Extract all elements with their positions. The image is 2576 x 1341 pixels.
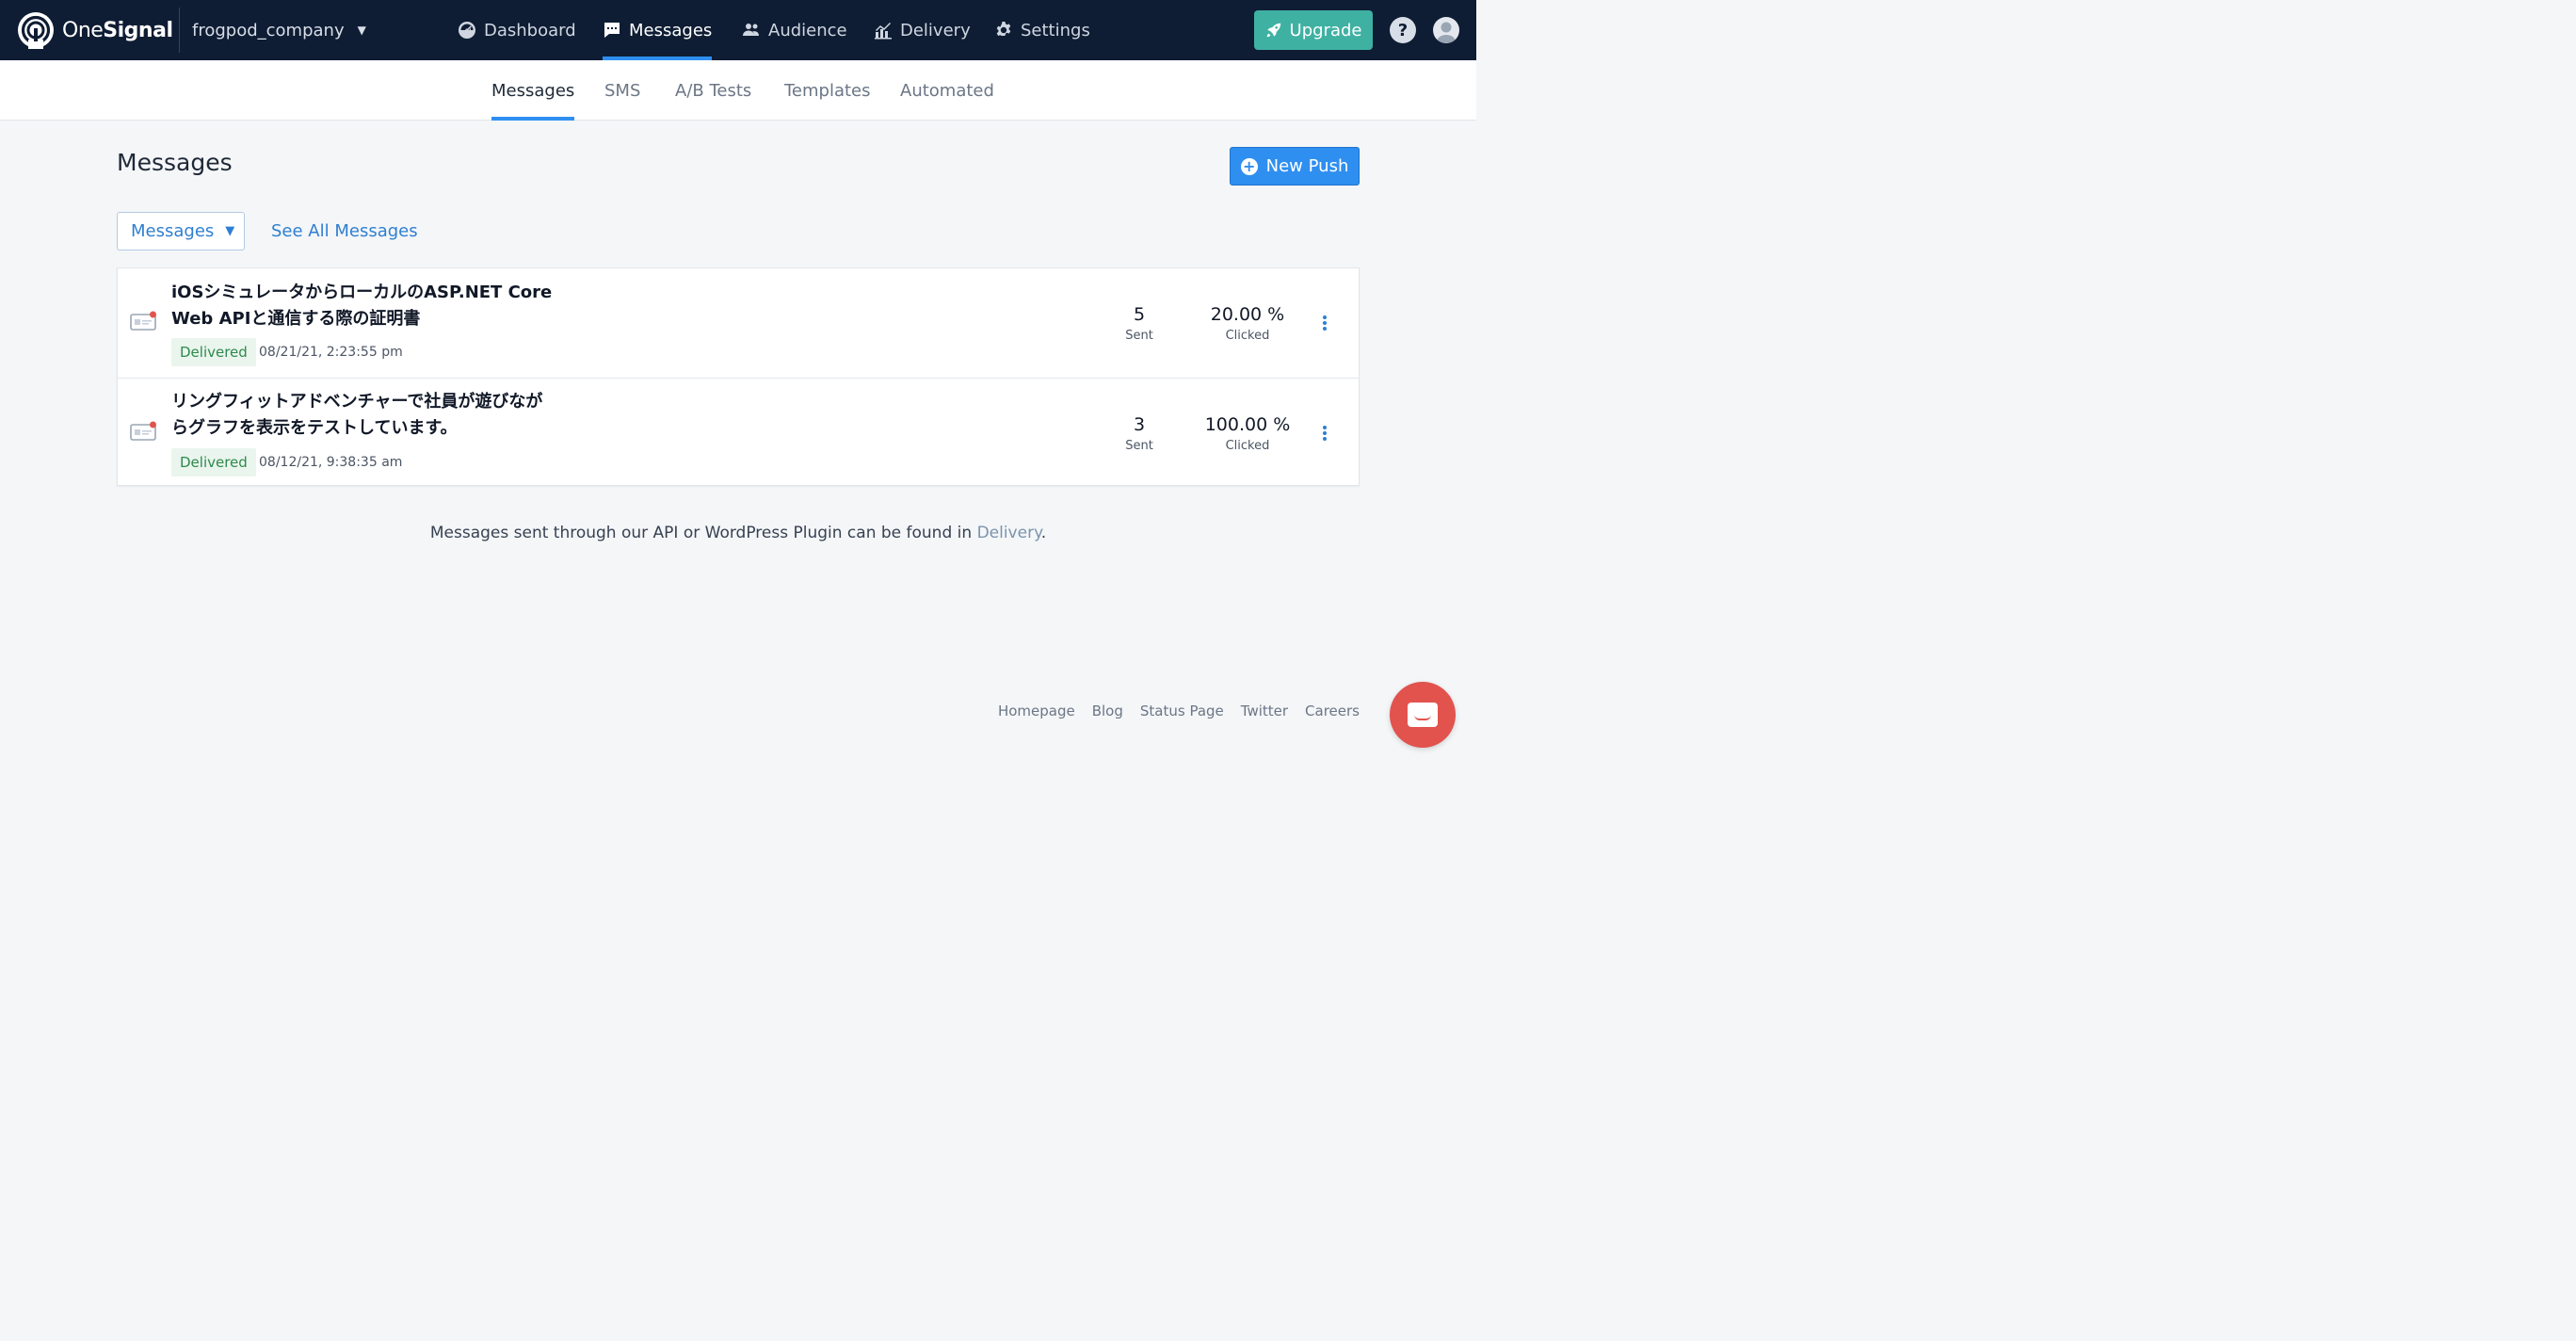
message-title-line: リングフィットアドベンチャーで社員が遊びなが [171,392,543,412]
chat-launcher-button[interactable] [1390,682,1456,748]
app-name: frogpod_company [192,20,345,40]
sent-stat: 5 Sent [1092,304,1186,343]
tab-templates[interactable]: Templates [784,60,871,121]
message-title-line: Web APIと通信する際の証明書 [171,309,421,329]
plus-circle-icon: + [1240,157,1258,175]
push-notification-icon [130,311,156,331]
tab-messages[interactable]: Messages [491,60,575,121]
more-options-icon[interactable] [1321,426,1328,444]
sent-count: 5 [1133,304,1146,325]
messages-subnav: Messages SMS A/B Tests Templates Automat… [0,60,1476,121]
sent-stat: 3 Sent [1092,414,1186,453]
message-date: 08/12/21, 9:38:35 am [259,455,403,470]
message-row[interactable]: iOSシミュレータからローカルのASP.NET Core Web APIと通信す… [118,268,1359,378]
nav-settings[interactable]: Settings [994,0,1090,60]
upgrade-button[interactable]: Upgrade [1254,10,1373,50]
dropdown-value: Messages [131,221,215,241]
logo-text: OneSignal [62,18,173,42]
footer-link-status-page[interactable]: Status Page [1140,703,1224,719]
message-list: iOSシミュレータからローカルのASP.NET Core Web APIと通信す… [117,267,1360,486]
nav-settings-label: Settings [1021,20,1090,40]
api-messages-note: Messages sent through our API or WordPre… [0,524,1476,542]
footer-links: Homepage Blog Status Page Twitter Career… [998,703,1360,719]
new-push-label: New Push [1265,156,1349,176]
rocket-icon [1266,23,1280,38]
audience-icon [743,24,759,36]
footer-link-careers[interactable]: Careers [1305,703,1360,719]
clicked-stat: 20.00 % Clicked [1200,304,1295,343]
nav-delivery-label: Delivery [900,20,971,40]
nav-dashboard-label: Dashboard [484,20,576,40]
user-avatar-icon [1436,22,1457,43]
delivery-icon [875,23,892,40]
status-badge: Delivered [171,448,256,477]
onesignal-logo-icon [18,12,54,49]
delivery-link[interactable]: Delivery [977,524,1041,542]
caret-down-icon: ▼ [225,224,235,238]
message-date: 08/21/21, 2:23:55 pm [259,345,403,360]
message-title[interactable]: iOSシミュレータからローカルのASP.NET Core Web APIと通信す… [171,280,604,332]
footer-link-blog[interactable]: Blog [1092,703,1123,719]
more-options-icon[interactable] [1321,315,1328,334]
message-row[interactable]: リングフィットアドベンチャーで社員が遊びなが らグラフを表示をテストしています。… [118,378,1359,487]
gear-icon [996,22,1011,37]
app-switcher[interactable]: frogpod_company ▼ [192,0,366,60]
nav-messages[interactable]: Messages [603,0,713,60]
avatar[interactable] [1433,17,1459,43]
top-navigation-bar: OneSignal frogpod_company ▼ Dashboard Me… [0,0,1476,60]
help-icon[interactable]: ? [1390,17,1416,43]
clicked-stat: 100.00 % Clicked [1200,414,1295,453]
status-badge: Delivered [171,338,256,366]
message-type-dropdown[interactable]: Messages ▼ [117,212,245,250]
dashboard-icon [459,22,475,39]
nav-delivery[interactable]: Delivery [874,0,971,60]
tab-automated[interactable]: Automated [900,60,994,121]
caret-down-icon: ▼ [357,24,366,37]
tab-ab-tests[interactable]: A/B Tests [675,60,751,121]
nav-dashboard[interactable]: Dashboard [458,0,576,60]
new-push-button[interactable]: + New Push [1230,147,1360,186]
clicked-label: Clicked [1225,329,1270,343]
tab-sms[interactable]: SMS [604,60,640,121]
nav-audience[interactable]: Audience [742,0,847,60]
see-all-messages-link[interactable]: See All Messages [271,221,418,241]
clicked-label: Clicked [1225,439,1270,453]
footer-link-homepage[interactable]: Homepage [998,703,1075,719]
onesignal-logo[interactable]: OneSignal [17,12,173,49]
sent-label: Sent [1125,439,1153,453]
nav-audience-label: Audience [768,20,847,40]
sent-label: Sent [1125,329,1153,343]
message-title-line: らグラフを表示をテストしています。 [171,418,458,438]
upgrade-label: Upgrade [1289,20,1362,40]
sent-count: 3 [1133,414,1146,435]
clicked-rate: 20.00 % [1210,304,1285,325]
message-icon [604,23,620,38]
push-notification-icon [130,421,156,441]
help-glyph: ? [1397,20,1409,40]
message-title-line: iOSシミュレータからローカルのASP.NET Core [171,283,553,302]
message-title[interactable]: リングフィットアドベンチャーで社員が遊びなが らグラフを表示をテストしています。 [171,389,604,442]
note-text: Messages sent through our API or WordPre… [429,524,977,542]
header-divider [179,8,180,53]
nav-messages-label: Messages [629,20,713,40]
chat-icon [1408,703,1438,727]
footer-link-twitter[interactable]: Twitter [1241,703,1288,719]
page-title: Messages [117,149,233,176]
note-end: . [1040,524,1047,542]
clicked-rate: 100.00 % [1204,414,1291,435]
